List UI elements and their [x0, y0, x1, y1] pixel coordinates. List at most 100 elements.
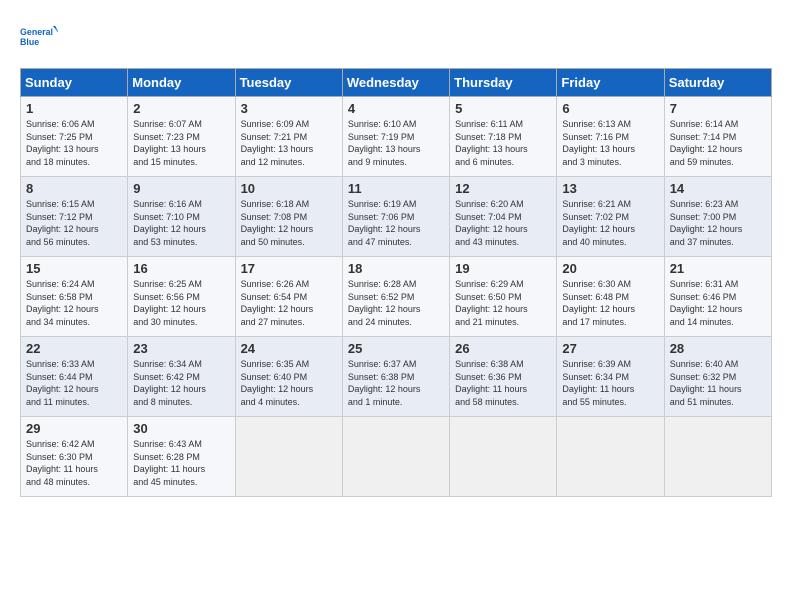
day-number: 25	[348, 341, 444, 356]
day-info: Sunrise: 6:31 AM Sunset: 6:46 PM Dayligh…	[670, 278, 766, 328]
calendar-cell: 13Sunrise: 6:21 AM Sunset: 7:02 PM Dayli…	[557, 177, 664, 257]
svg-text:General: General	[20, 27, 53, 37]
day-number: 8	[26, 181, 122, 196]
calendar-cell: 12 Sunrise: 6:20 AM Sunset: 7:04 PM Dayli…	[450, 177, 557, 257]
day-info: Sunrise: 6:28 AM Sunset: 6:52 PM Dayligh…	[348, 278, 444, 328]
calendar-cell: 19Sunrise: 6:29 AM Sunset: 6:50 PM Dayli…	[450, 257, 557, 337]
day-info: Sunrise: 6:07 AM Sunset: 7:23 PM Dayligh…	[133, 118, 229, 168]
calendar-cell: 21 Sunrise: 6:31 AM Sunset: 6:46 PM Dayli…	[664, 257, 771, 337]
calendar-cell: 27 Sunrise: 6:39 AM Sunset: 6:34 PM Dayli…	[557, 337, 664, 417]
week-row-2: 8 Sunrise: 6:15 AM Sunset: 7:12 PM Daylig…	[21, 177, 772, 257]
page-container: General Blue SundayMondayTuesdayWednesda…	[0, 0, 792, 507]
day-number: 26	[455, 341, 551, 356]
week-row-3: 15Sunrise: 6:24 AM Sunset: 6:58 PM Dayli…	[21, 257, 772, 337]
day-info: Sunrise: 6:19 AM Sunset: 7:06 PM Dayligh…	[348, 198, 444, 248]
calendar-cell: 10 Sunrise: 6:18 AM Sunset: 7:08 PM Dayli…	[235, 177, 342, 257]
calendar-cell: 24Sunrise: 6:35 AM Sunset: 6:40 PM Dayli…	[235, 337, 342, 417]
day-number: 27	[562, 341, 658, 356]
day-number: 5	[455, 101, 551, 116]
day-info: Sunrise: 6:43 AM Sunset: 6:28 PM Dayligh…	[133, 438, 229, 488]
week-row-1: 1Sunrise: 6:06 AM Sunset: 7:25 PM Daylig…	[21, 97, 772, 177]
calendar-cell	[342, 417, 449, 497]
day-number: 11	[348, 181, 444, 196]
calendar-cell: 25 Sunrise: 6:37 AM Sunset: 6:38 PM Dayli…	[342, 337, 449, 417]
day-number: 29	[26, 421, 122, 436]
day-info: Sunrise: 6:34 AM Sunset: 6:42 PM Dayligh…	[133, 358, 229, 408]
calendar-cell: 22Sunrise: 6:33 AM Sunset: 6:44 PM Dayli…	[21, 337, 128, 417]
calendar-cell: 30 Sunrise: 6:43 AM Sunset: 6:28 PM Dayli…	[128, 417, 235, 497]
calendar-cell: 14 Sunrise: 6:23 AM Sunset: 7:00 PM Dayli…	[664, 177, 771, 257]
day-number: 10	[241, 181, 337, 196]
calendar-cell: 18 Sunrise: 6:28 AM Sunset: 6:52 PM Dayli…	[342, 257, 449, 337]
calendar-cell: 26 Sunrise: 6:38 AM Sunset: 6:36 PM Dayli…	[450, 337, 557, 417]
calendar-cell: 7 Sunrise: 6:14 AM Sunset: 7:14 PM Daylig…	[664, 97, 771, 177]
day-info: Sunrise: 6:15 AM Sunset: 7:12 PM Dayligh…	[26, 198, 122, 248]
calendar-cell: 3 Sunrise: 6:09 AM Sunset: 7:21 PM Daylig…	[235, 97, 342, 177]
day-number: 1	[26, 101, 122, 116]
day-number: 7	[670, 101, 766, 116]
day-info: Sunrise: 6:23 AM Sunset: 7:00 PM Dayligh…	[670, 198, 766, 248]
day-info: Sunrise: 6:39 AM Sunset: 6:34 PM Dayligh…	[562, 358, 658, 408]
day-info: Sunrise: 6:40 AM Sunset: 6:32 PM Dayligh…	[670, 358, 766, 408]
day-number: 17	[241, 261, 337, 276]
day-info: Sunrise: 6:25 AM Sunset: 6:56 PM Dayligh…	[133, 278, 229, 328]
day-info: Sunrise: 6:13 AM Sunset: 7:16 PM Dayligh…	[562, 118, 658, 168]
header-row-days: SundayMondayTuesdayWednesdayThursdayFrid…	[21, 69, 772, 97]
day-info: Sunrise: 6:18 AM Sunset: 7:08 PM Dayligh…	[241, 198, 337, 248]
day-number: 30	[133, 421, 229, 436]
calendar-cell: 20 Sunrise: 6:30 AM Sunset: 6:48 PM Dayli…	[557, 257, 664, 337]
week-row-5: 29 Sunrise: 6:42 AM Sunset: 6:30 PM Dayli…	[21, 417, 772, 497]
logo: General Blue	[20, 20, 58, 58]
day-info: Sunrise: 6:10 AM Sunset: 7:19 PM Dayligh…	[348, 118, 444, 168]
day-info: Sunrise: 6:37 AM Sunset: 6:38 PM Dayligh…	[348, 358, 444, 408]
calendar-cell: 16Sunrise: 6:25 AM Sunset: 6:56 PM Dayli…	[128, 257, 235, 337]
calendar-cell: 11 Sunrise: 6:19 AM Sunset: 7:06 PM Dayli…	[342, 177, 449, 257]
day-number: 3	[241, 101, 337, 116]
calendar-cell: 29 Sunrise: 6:42 AM Sunset: 6:30 PM Dayli…	[21, 417, 128, 497]
day-number: 9	[133, 181, 229, 196]
col-header-tuesday: Tuesday	[235, 69, 342, 97]
day-number: 13	[562, 181, 658, 196]
day-number: 6	[562, 101, 658, 116]
day-info: Sunrise: 6:42 AM Sunset: 6:30 PM Dayligh…	[26, 438, 122, 488]
calendar-table: SundayMondayTuesdayWednesdayThursdayFrid…	[20, 68, 772, 497]
day-info: Sunrise: 6:30 AM Sunset: 6:48 PM Dayligh…	[562, 278, 658, 328]
col-header-sunday: Sunday	[21, 69, 128, 97]
day-info: Sunrise: 6:35 AM Sunset: 6:40 PM Dayligh…	[241, 358, 337, 408]
calendar-cell: 17 Sunrise: 6:26 AM Sunset: 6:54 PM Dayli…	[235, 257, 342, 337]
calendar-cell: 23 Sunrise: 6:34 AM Sunset: 6:42 PM Dayli…	[128, 337, 235, 417]
calendar-cell: 1Sunrise: 6:06 AM Sunset: 7:25 PM Daylig…	[21, 97, 128, 177]
col-header-thursday: Thursday	[450, 69, 557, 97]
day-number: 28	[670, 341, 766, 356]
calendar-cell: 15Sunrise: 6:24 AM Sunset: 6:58 PM Dayli…	[21, 257, 128, 337]
col-header-friday: Friday	[557, 69, 664, 97]
day-number: 23	[133, 341, 229, 356]
day-number: 21	[670, 261, 766, 276]
calendar-cell: 9Sunrise: 6:16 AM Sunset: 7:10 PM Daylig…	[128, 177, 235, 257]
calendar-cell	[450, 417, 557, 497]
calendar-cell: 8 Sunrise: 6:15 AM Sunset: 7:12 PM Daylig…	[21, 177, 128, 257]
col-header-wednesday: Wednesday	[342, 69, 449, 97]
day-number: 4	[348, 101, 444, 116]
day-info: Sunrise: 6:11 AM Sunset: 7:18 PM Dayligh…	[455, 118, 551, 168]
day-info: Sunrise: 6:09 AM Sunset: 7:21 PM Dayligh…	[241, 118, 337, 168]
calendar-cell: 28 Sunrise: 6:40 AM Sunset: 6:32 PM Dayli…	[664, 337, 771, 417]
calendar-cell	[664, 417, 771, 497]
svg-text:Blue: Blue	[20, 37, 39, 47]
day-info: Sunrise: 6:38 AM Sunset: 6:36 PM Dayligh…	[455, 358, 551, 408]
col-header-monday: Monday	[128, 69, 235, 97]
week-row-4: 22Sunrise: 6:33 AM Sunset: 6:44 PM Dayli…	[21, 337, 772, 417]
day-number: 14	[670, 181, 766, 196]
day-info: Sunrise: 6:14 AM Sunset: 7:14 PM Dayligh…	[670, 118, 766, 168]
calendar-cell: 4 Sunrise: 6:10 AM Sunset: 7:19 PM Daylig…	[342, 97, 449, 177]
day-info: Sunrise: 6:20 AM Sunset: 7:04 PM Dayligh…	[455, 198, 551, 248]
calendar-cell: 2Sunrise: 6:07 AM Sunset: 7:23 PM Daylig…	[128, 97, 235, 177]
day-number: 20	[562, 261, 658, 276]
day-info: Sunrise: 6:24 AM Sunset: 6:58 PM Dayligh…	[26, 278, 122, 328]
header-row: General Blue	[20, 20, 772, 58]
day-info: Sunrise: 6:26 AM Sunset: 6:54 PM Dayligh…	[241, 278, 337, 328]
day-number: 12	[455, 181, 551, 196]
day-number: 22	[26, 341, 122, 356]
day-number: 18	[348, 261, 444, 276]
day-info: Sunrise: 6:29 AM Sunset: 6:50 PM Dayligh…	[455, 278, 551, 328]
